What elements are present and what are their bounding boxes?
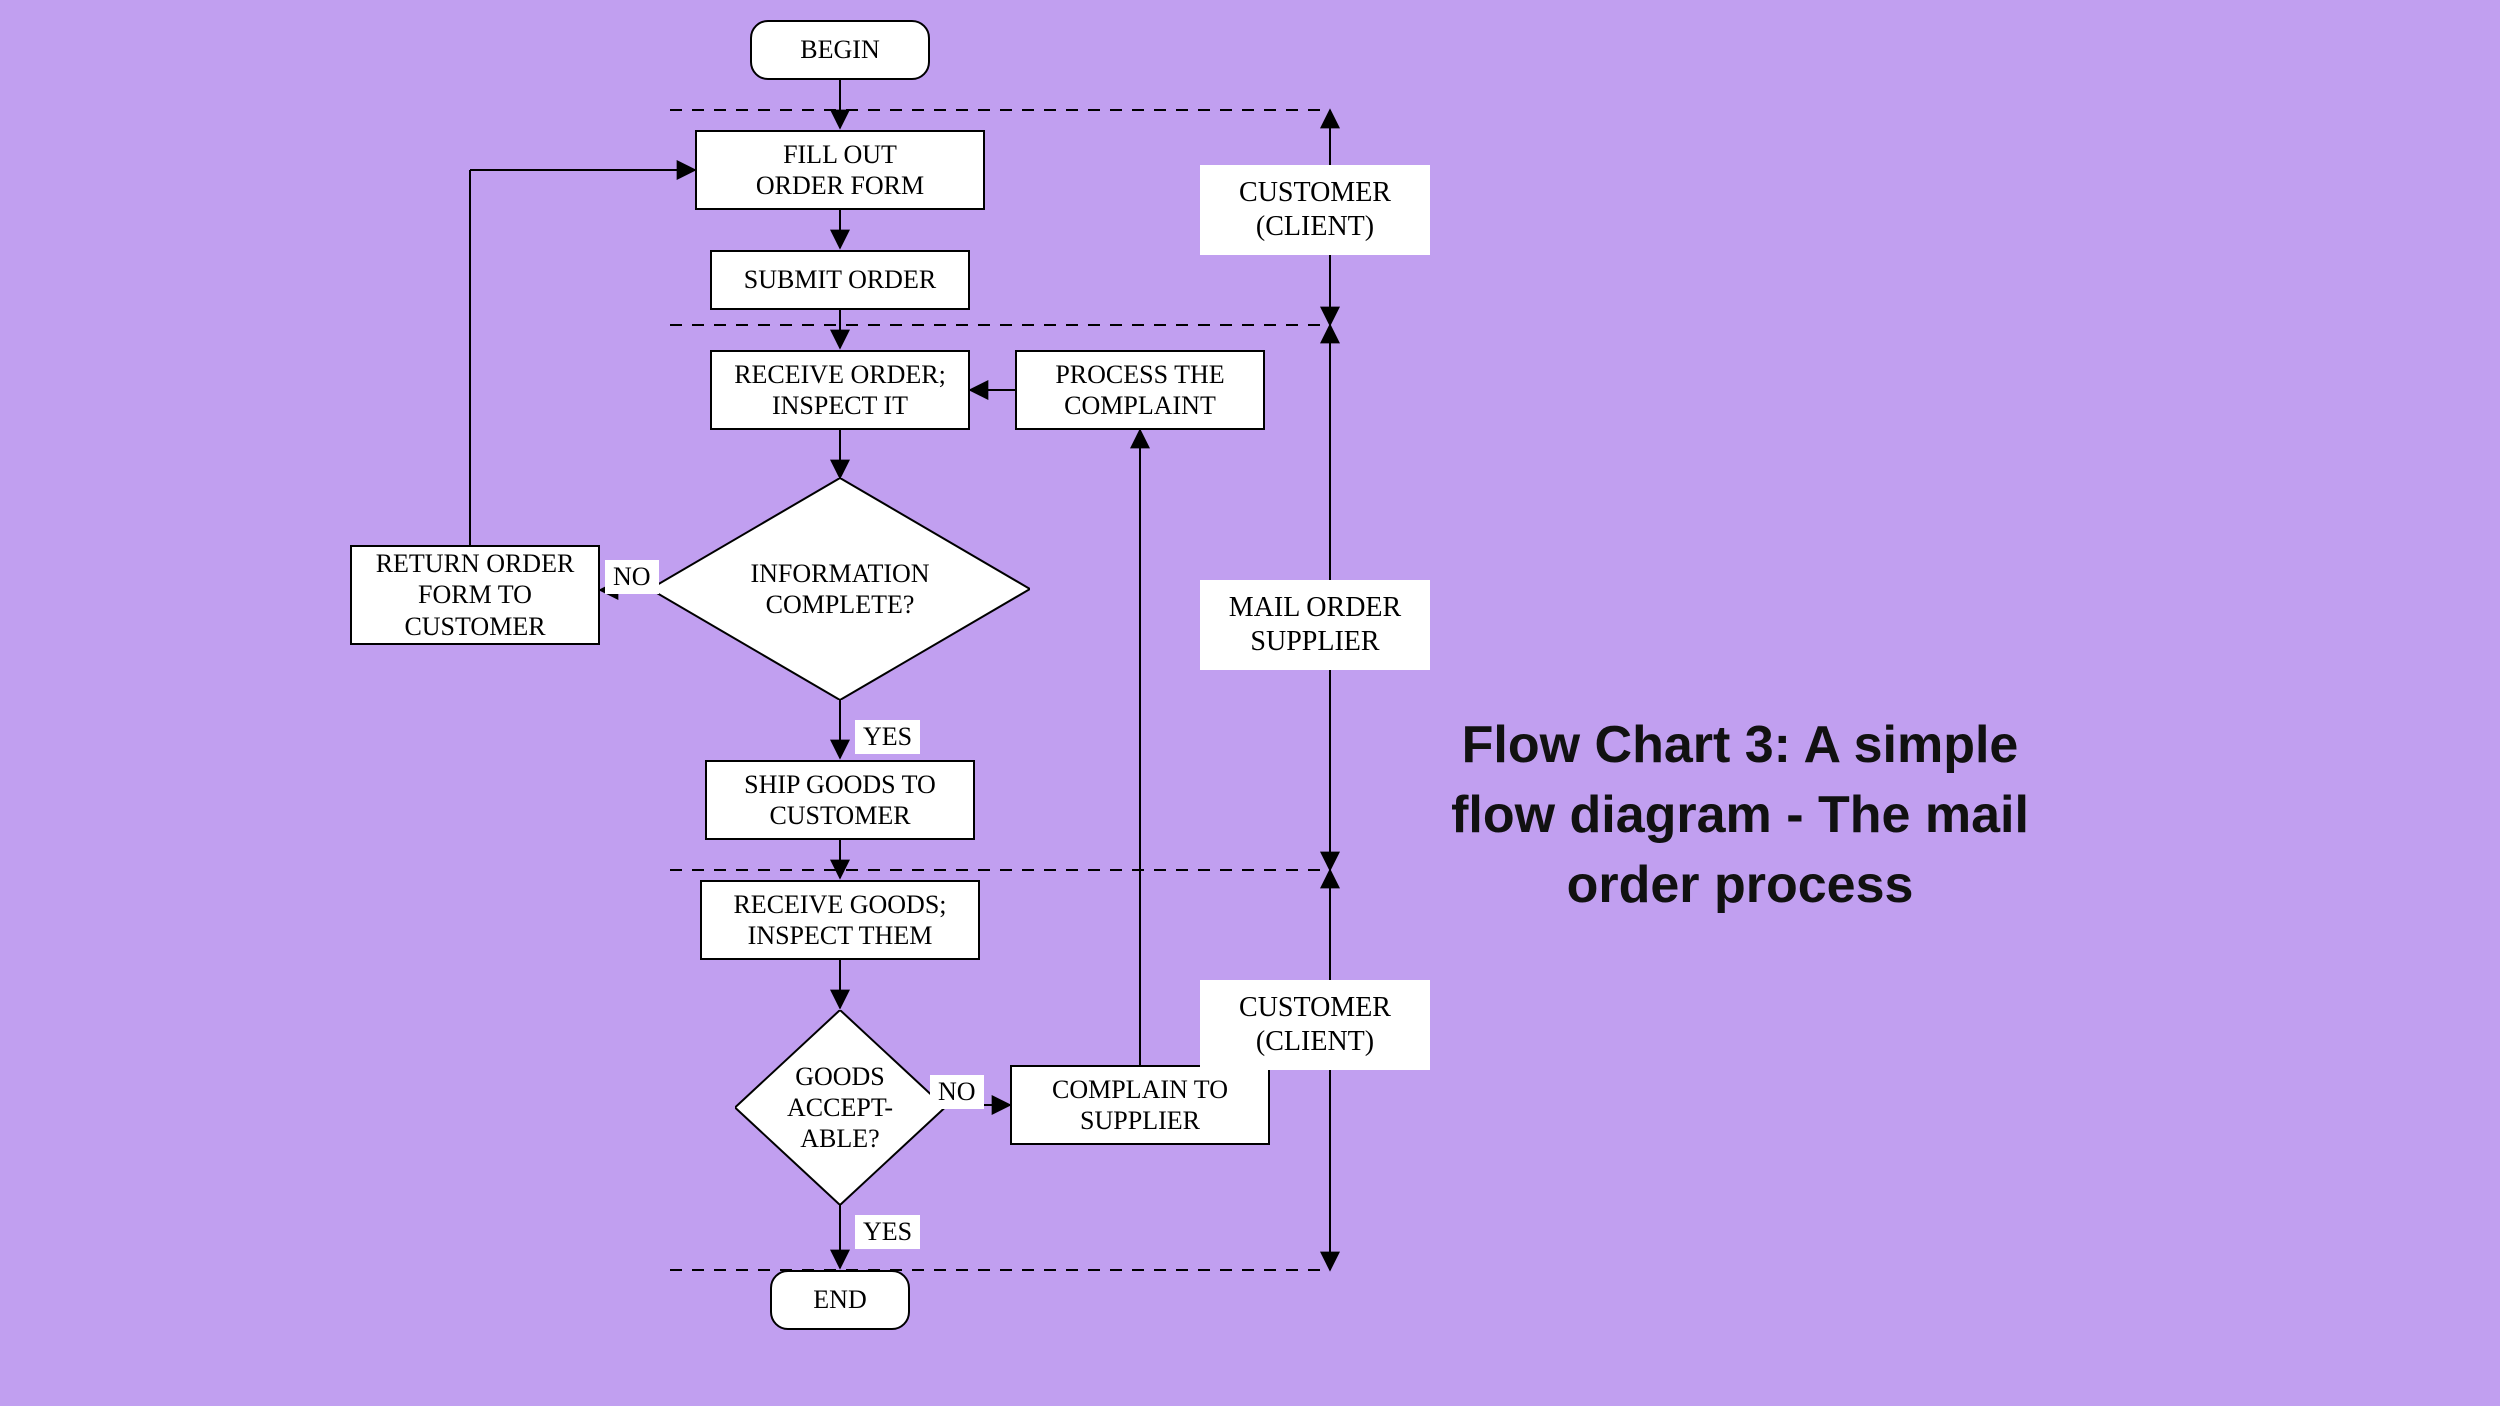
terminal-begin: BEGIN	[750, 20, 930, 80]
process-submit-order: SUBMIT ORDER	[710, 250, 970, 310]
branch-label-yes: YES	[855, 720, 920, 754]
decision-goods-acceptable: GOODS ACCEPT- ABLE?	[735, 1010, 945, 1205]
process-receive-goods: RECEIVE GOODS; INSPECT THEM	[700, 880, 980, 960]
diagram-title: Flow Chart 3: A simple flow diagram - Th…	[1450, 710, 2030, 921]
process-ship-goods: SHIP GOODS TO CUSTOMER	[705, 760, 975, 840]
process-fill-out-order: FILL OUT ORDER FORM	[695, 130, 985, 210]
swimlane-label-customer-bottom: CUSTOMER (CLIENT)	[1200, 980, 1430, 1070]
branch-label-no: NO	[930, 1075, 984, 1109]
process-return-order-form: RETURN ORDER FORM TO CUSTOMER	[350, 545, 600, 645]
swimlane-label-customer-top: CUSTOMER (CLIENT)	[1200, 165, 1430, 255]
terminal-end: END	[770, 1270, 910, 1330]
process-process-complaint: PROCESS THE COMPLAINT	[1015, 350, 1265, 430]
branch-label-yes: YES	[855, 1215, 920, 1249]
decision-text: INFORMATION COMPLETE?	[650, 478, 1030, 700]
decision-information-complete: INFORMATION COMPLETE?	[650, 478, 1030, 700]
process-receive-order: RECEIVE ORDER; INSPECT IT	[710, 350, 970, 430]
decision-text: GOODS ACCEPT- ABLE?	[735, 1010, 945, 1205]
process-complain-to-supplier: COMPLAIN TO SUPPLIER	[1010, 1065, 1270, 1145]
branch-label-no: NO	[605, 560, 659, 594]
swimlane-label-supplier: MAIL ORDER SUPPLIER	[1200, 580, 1430, 670]
